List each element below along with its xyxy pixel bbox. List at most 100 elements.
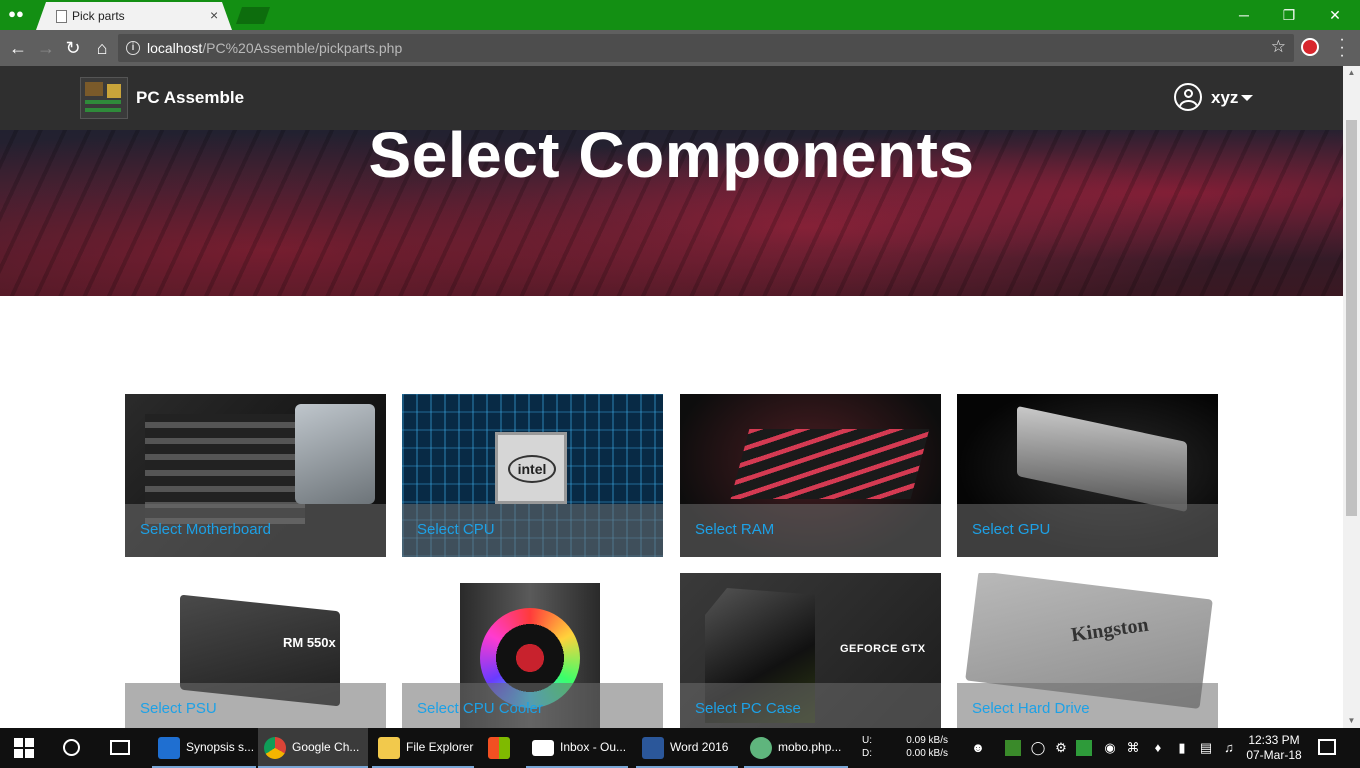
page-scrollbar[interactable]: ▲ ▼ [1343, 66, 1360, 728]
task-view-icon[interactable] [110, 740, 130, 755]
select-gpu-link[interactable]: Select GPU [972, 521, 1050, 538]
taskbar-app-label: Inbox - Ou... [560, 740, 627, 754]
card-cpu-cooler[interactable]: Select CPU Cooler [402, 573, 663, 728]
psu-model-mark: RM 550x [283, 635, 336, 650]
card-gpu[interactable]: Select GPU [957, 394, 1218, 557]
username-menu[interactable]: xyz [1211, 88, 1238, 108]
card-label-bar: Select CPU [402, 504, 663, 557]
security-tray-icon[interactable]: ◉ [1102, 740, 1118, 756]
card-label-bar: Select Hard Drive [957, 683, 1218, 728]
incognito-icon: ●● [8, 6, 24, 21]
clock-time: 12:33 PM [1248, 733, 1300, 747]
network-tray-icon[interactable]: ⌘ [1125, 740, 1141, 756]
volume-icon[interactable]: ♫ [1221, 740, 1237, 756]
upload-speed: 0.09 kB/s [906, 735, 948, 746]
card-cpu[interactable]: intel Select CPU [402, 394, 663, 557]
browser-menu-icon[interactable]: · · · [1334, 32, 1350, 64]
card-ram[interactable]: Select RAM [680, 394, 941, 557]
case-brand-mark: GEFORCE GTX [840, 643, 926, 655]
taskbar-app-edge[interactable]: Synopsis s... [152, 728, 256, 768]
card-psu[interactable]: RM 550x Select PSU [125, 573, 386, 728]
taskbar-app-label: File Explorer [406, 740, 474, 754]
store-icon [488, 737, 510, 759]
taskbar-app-label: mobo.php... [778, 740, 842, 754]
user-avatar-icon[interactable] [1174, 83, 1202, 111]
browser-titlebar: ●● Pick parts × ─ ❐ ✕ [0, 0, 1360, 30]
card-label-bar: Select Motherboard [125, 504, 386, 557]
scroll-down-icon[interactable]: ▼ [1343, 714, 1360, 728]
card-motherboard[interactable]: Select Motherboard [125, 394, 386, 557]
people-icon[interactable]: ☻ [970, 740, 986, 756]
page-viewport: Select Components PC Assemble xyz Select… [0, 66, 1343, 728]
taskbar-app-label: Synopsis s... [186, 740, 255, 754]
card-label-bar: Select CPU Cooler [402, 683, 663, 728]
net-speed-values: 0.09 kB/s 0.00 kB/s [902, 734, 948, 760]
minimize-button[interactable]: ─ [1221, 3, 1267, 27]
card-hard-drive[interactable]: Kingston Select Hard Drive [957, 573, 1218, 728]
select-cpu-link[interactable]: Select CPU [417, 521, 495, 538]
windows-taskbar: Synopsis s... Google Ch... File Explorer… [0, 728, 1360, 768]
cortana-search-icon[interactable] [63, 739, 80, 756]
site-logo[interactable] [80, 77, 128, 119]
select-hard-drive-link[interactable]: Select Hard Drive [972, 700, 1090, 717]
select-cpu-cooler-link[interactable]: Select CPU Cooler [417, 700, 543, 717]
edge-icon [158, 737, 180, 759]
taskbar-app-store[interactable] [482, 728, 518, 768]
nvidia-icon[interactable] [1005, 740, 1021, 756]
card-label-bar: Select RAM [680, 504, 941, 557]
mail-icon [532, 740, 554, 756]
shield-tray-icon[interactable]: ◯ [1030, 740, 1046, 756]
cpu-brand-mark: intel [508, 455, 556, 483]
select-motherboard-link[interactable]: Select Motherboard [140, 521, 271, 538]
page-favicon-icon [56, 10, 67, 23]
defender-icon[interactable]: ♦ [1150, 740, 1166, 756]
home-icon[interactable]: ⌂ [91, 37, 113, 59]
app-tray-icon[interactable] [1076, 740, 1092, 756]
select-pc-case-link[interactable]: Select PC Case [695, 700, 801, 717]
ssd-brand-mark: Kingston [1069, 613, 1150, 647]
word-icon [642, 737, 664, 759]
gear-tray-icon[interactable]: ⚙ [1053, 740, 1069, 756]
close-window-button[interactable]: ✕ [1312, 3, 1358, 27]
tab-close-icon[interactable]: × [210, 7, 218, 23]
site-info-icon[interactable]: i [126, 41, 140, 55]
restore-button[interactable]: ❐ [1266, 3, 1312, 27]
chevron-down-icon[interactable] [1241, 95, 1253, 101]
browser-tab[interactable]: Pick parts × [36, 2, 232, 30]
taskbar-app-label: Google Ch... [292, 740, 360, 754]
select-ram-link[interactable]: Select RAM [695, 521, 774, 538]
card-label-bar: Select PSU [125, 683, 386, 728]
taskbar-app-outlook[interactable]: Inbox - Ou... [526, 728, 628, 768]
taskbar-app-word[interactable]: Word 2016 [636, 728, 738, 768]
extension-icon[interactable] [1301, 38, 1319, 56]
url-text[interactable]: localhost/PC%20Assemble/pickparts.php [147, 40, 402, 56]
card-label-bar: Select GPU [957, 504, 1218, 557]
clock-date: 07-Mar-18 [1246, 748, 1302, 762]
tab-title: Pick parts [72, 9, 125, 23]
taskbar-app-atom[interactable]: mobo.php... [744, 728, 848, 768]
site-brand[interactable]: PC Assemble [136, 88, 244, 108]
site-navbar: PC Assemble xyz [0, 66, 1343, 130]
bookmark-star-icon[interactable]: ☆ [1271, 37, 1286, 57]
back-arrow-icon[interactable]: ← [7, 37, 29, 59]
folder-icon [378, 737, 400, 759]
card-label-bar: Select PC Case [680, 683, 941, 728]
taskbar-app-explorer[interactable]: File Explorer [372, 728, 474, 768]
url-path: /PC%20Assemble/pickparts.php [202, 40, 403, 56]
taskbar-app-chrome[interactable]: Google Ch... [258, 728, 368, 768]
browser-toolbar: ← → ↻ ⌂ i localhost/PC%20Assemble/pickpa… [0, 30, 1360, 66]
atom-icon [750, 737, 772, 759]
select-psu-link[interactable]: Select PSU [140, 700, 217, 717]
scroll-up-icon[interactable]: ▲ [1343, 66, 1360, 80]
forward-arrow-icon[interactable]: → [35, 37, 57, 59]
address-bar[interactable]: i localhost/PC%20Assemble/pickparts.php … [118, 34, 1294, 62]
battery-icon[interactable]: ▮ [1174, 740, 1190, 756]
notification-center-icon[interactable] [1318, 739, 1336, 755]
new-tab-button[interactable] [236, 7, 270, 24]
card-pc-case[interactable]: GEFORCE GTX Select PC Case [680, 573, 941, 728]
reload-icon[interactable]: ↻ [62, 37, 84, 59]
windows-start-icon[interactable] [14, 738, 34, 758]
wifi-icon[interactable]: ▤ [1198, 740, 1214, 756]
scrollbar-thumb[interactable] [1346, 120, 1357, 516]
taskbar-clock[interactable]: 12:33 PM 07-Mar-18 [1245, 733, 1303, 763]
